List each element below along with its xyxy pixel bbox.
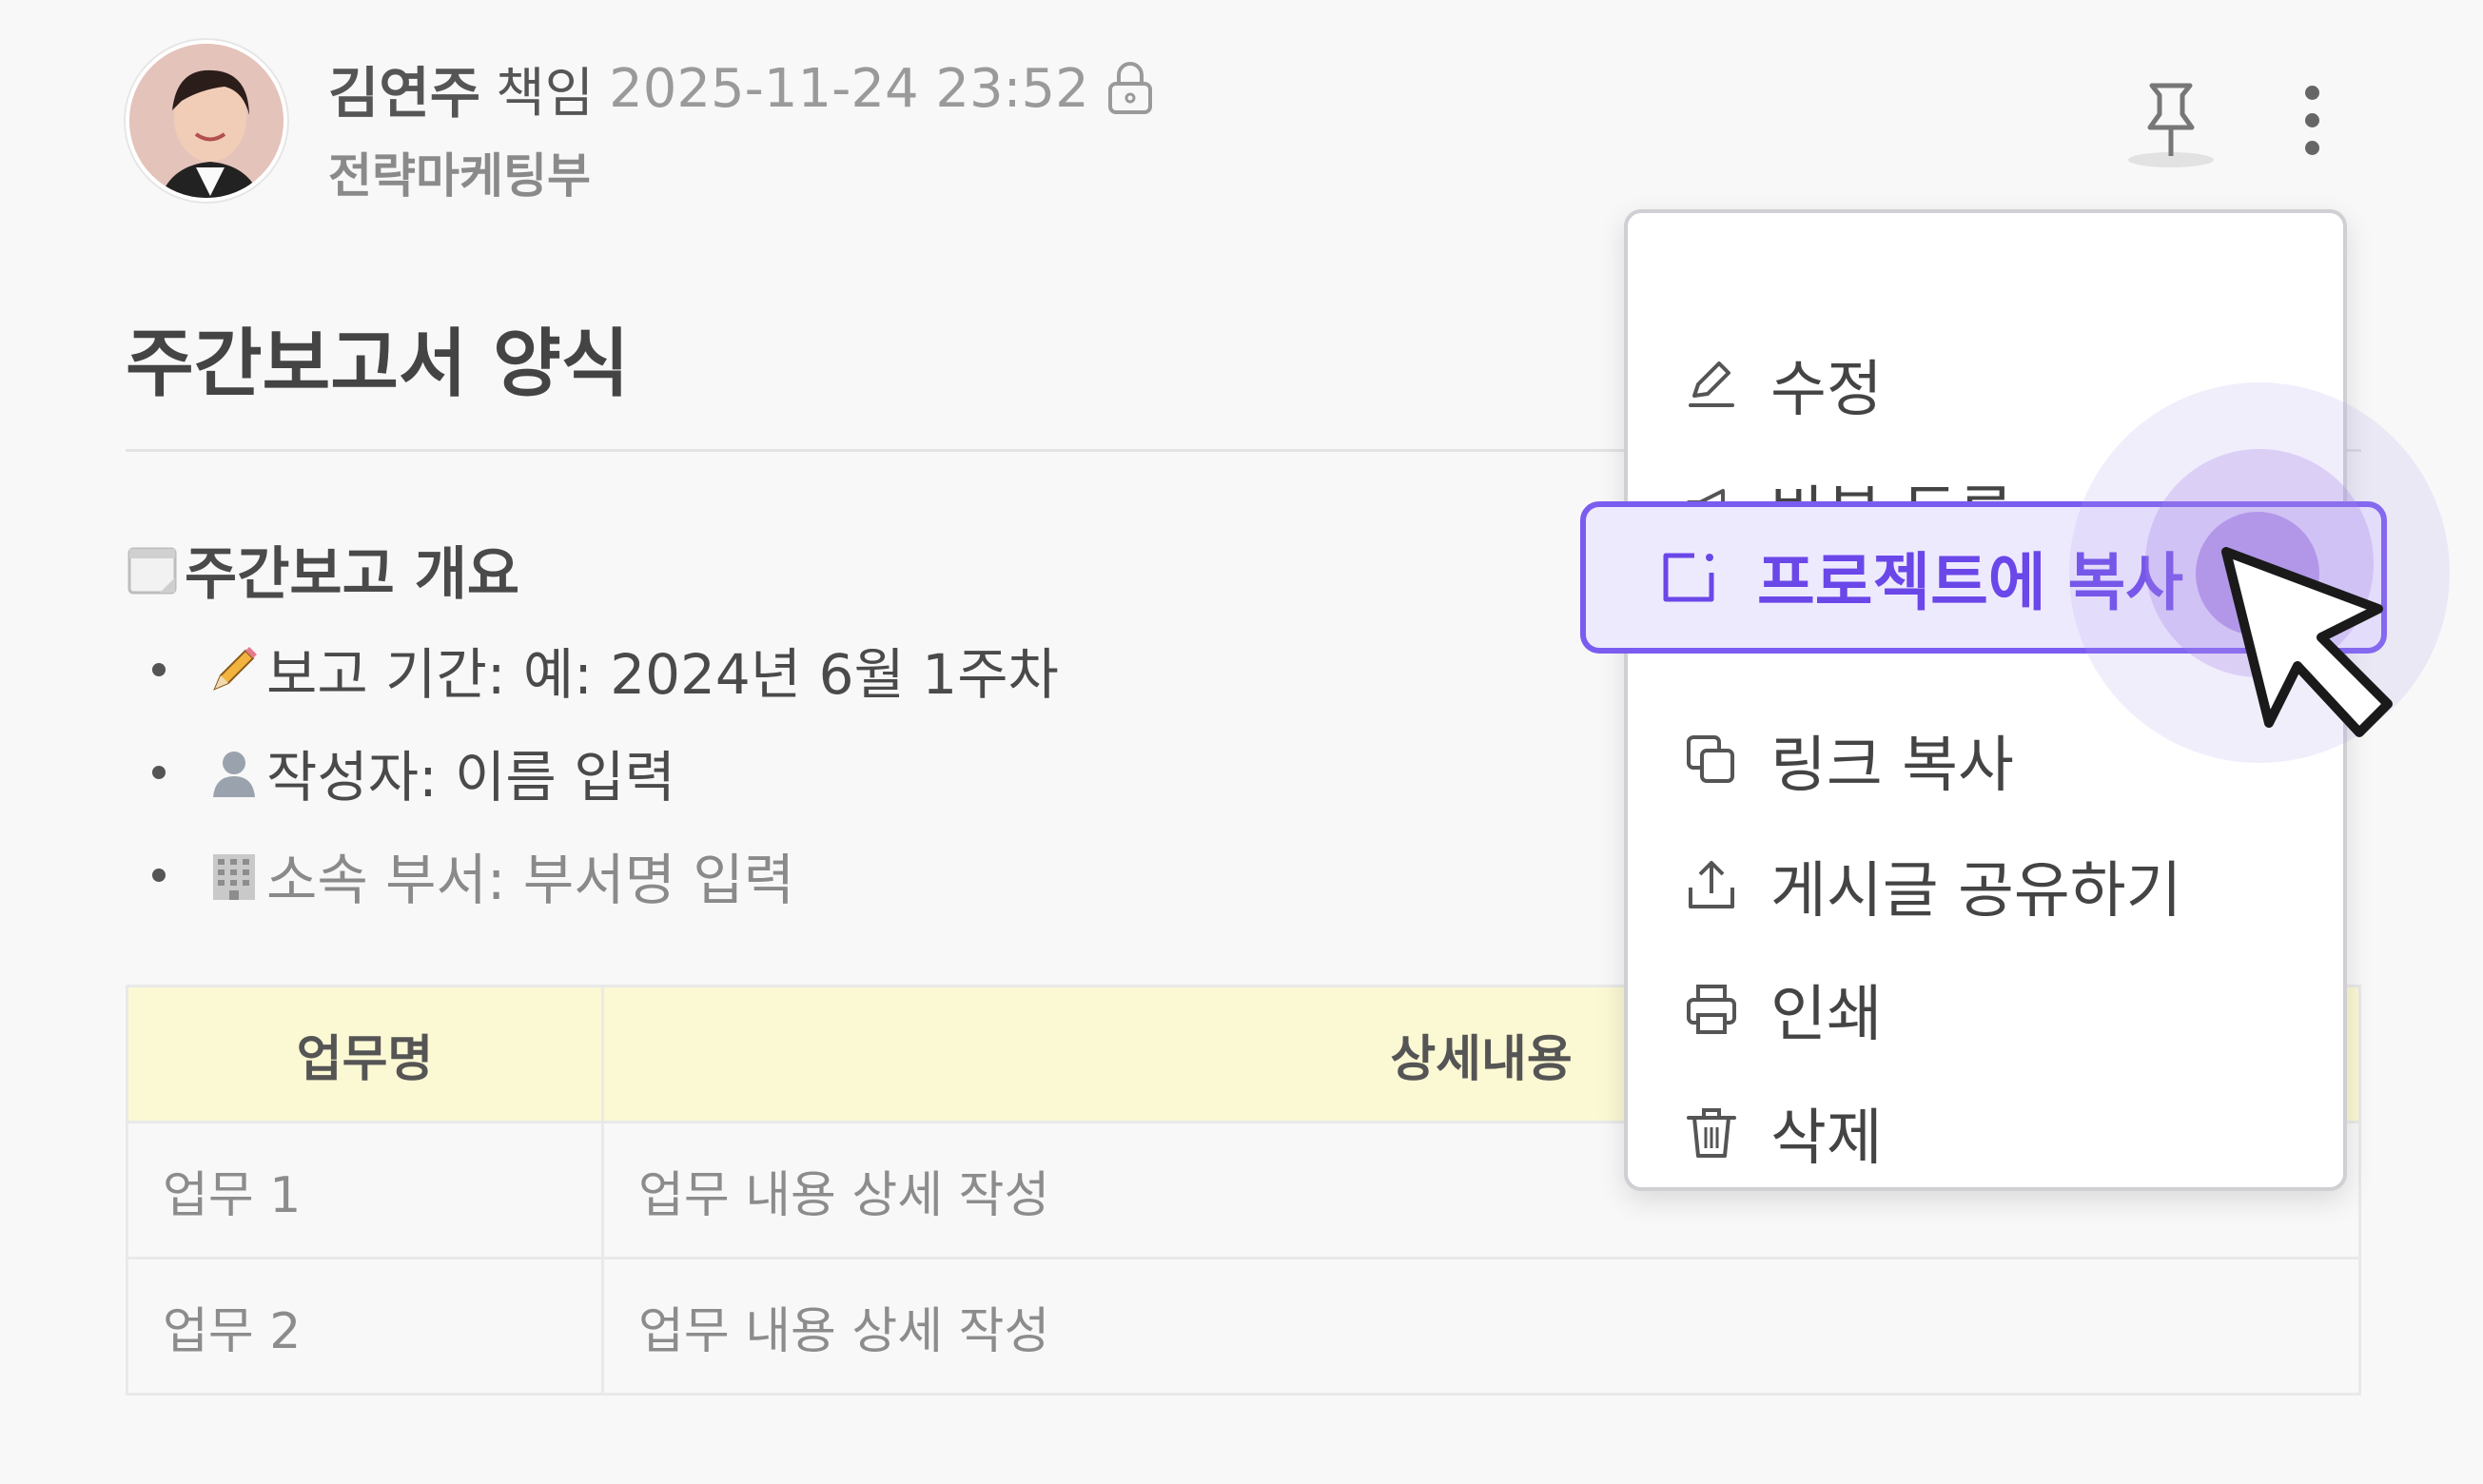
author-role: 책임 bbox=[496, 62, 595, 125]
menu-item-share[interactable]: 게시글 공유하기 bbox=[1681, 833, 2182, 938]
author-avatar[interactable] bbox=[126, 40, 287, 202]
pencil-emoji-icon bbox=[213, 647, 257, 691]
bullet-dot bbox=[152, 663, 166, 676]
pin-icon[interactable] bbox=[2123, 74, 2219, 169]
bullet-text: 보고 기간: 예: 2024년 6월 1주차 bbox=[266, 642, 1059, 707]
author-name[interactable]: 김연주 bbox=[328, 49, 480, 128]
post-view: 김연주 책임 2025-11-24 23:52 전략마케팅부 주간보고서 양식 … bbox=[0, 0, 2483, 1484]
overview-list: 보고 기간: 예: 2024년 6월 1주차 작성자: 이름 입력 소속 부서:… bbox=[152, 618, 1059, 927]
list-item: 보고 기간: 예: 2024년 6월 1주차 bbox=[152, 618, 1059, 721]
overview-heading-text: 주간보고 개요 bbox=[185, 541, 520, 608]
calendar-icon bbox=[127, 547, 177, 594]
menu-item-label: 수정 bbox=[1770, 355, 1883, 425]
table-header-task: 업무명 bbox=[126, 985, 604, 1123]
overview-heading: 주간보고 개요 bbox=[126, 528, 519, 611]
more-options-button[interactable] bbox=[2283, 86, 2340, 162]
lock-icon bbox=[1107, 62, 1152, 114]
bullet-text: 소속 부서: 부서명 입력 bbox=[266, 848, 795, 912]
trash-icon bbox=[1687, 1108, 1736, 1158]
menu-item-label: 인쇄 bbox=[1770, 980, 1883, 1050]
menu-item-delete[interactable]: 삭제 bbox=[1681, 1081, 1883, 1185]
bullet-text: 작성자: 이름 입력 bbox=[266, 745, 675, 810]
document-title: 주간보고서 양식 bbox=[126, 322, 630, 407]
menu-item-label: 게시글 공유하기 bbox=[1770, 856, 2182, 927]
post-timestamp: 2025-11-24 23:52 bbox=[609, 57, 1089, 120]
office-building-icon bbox=[213, 854, 255, 900]
table-row: 업무 2 업무 내용 상세 작성 bbox=[126, 1257, 2361, 1396]
table-cell: 업무 2 bbox=[126, 1257, 604, 1396]
author-department: 전략마케팅부 bbox=[328, 148, 591, 204]
author-line: 김연주 책임 2025-11-24 23:52 bbox=[328, 55, 1154, 126]
printer-icon bbox=[1687, 985, 1736, 1034]
table-cell: 업무 1 bbox=[126, 1121, 604, 1259]
menu-item-print[interactable]: 인쇄 bbox=[1681, 957, 1883, 1062]
menu-item-edit[interactable]: 수정 bbox=[1681, 332, 1883, 437]
menu-item-label: 링크 복사 bbox=[1770, 731, 2014, 801]
list-item: 소속 부서: 부서명 입력 bbox=[152, 824, 1059, 927]
bullet-dot bbox=[152, 766, 166, 779]
mouse-pointer-icon bbox=[2221, 547, 2393, 737]
pencil-icon bbox=[1689, 361, 1734, 407]
list-item: 작성자: 이름 입력 bbox=[152, 721, 1059, 824]
bullet-dot bbox=[152, 869, 166, 882]
person-silhouette-icon bbox=[213, 752, 255, 797]
menu-item-copy-link[interactable]: 링크 복사 bbox=[1681, 708, 2014, 812]
table-cell: 업무 내용 상세 작성 bbox=[601, 1257, 2361, 1396]
copy-icon bbox=[1687, 735, 1734, 783]
menu-item-label: 삭제 bbox=[1770, 1103, 1883, 1174]
copy-to-project-icon bbox=[1663, 553, 1714, 602]
share-icon bbox=[1689, 861, 1734, 908]
